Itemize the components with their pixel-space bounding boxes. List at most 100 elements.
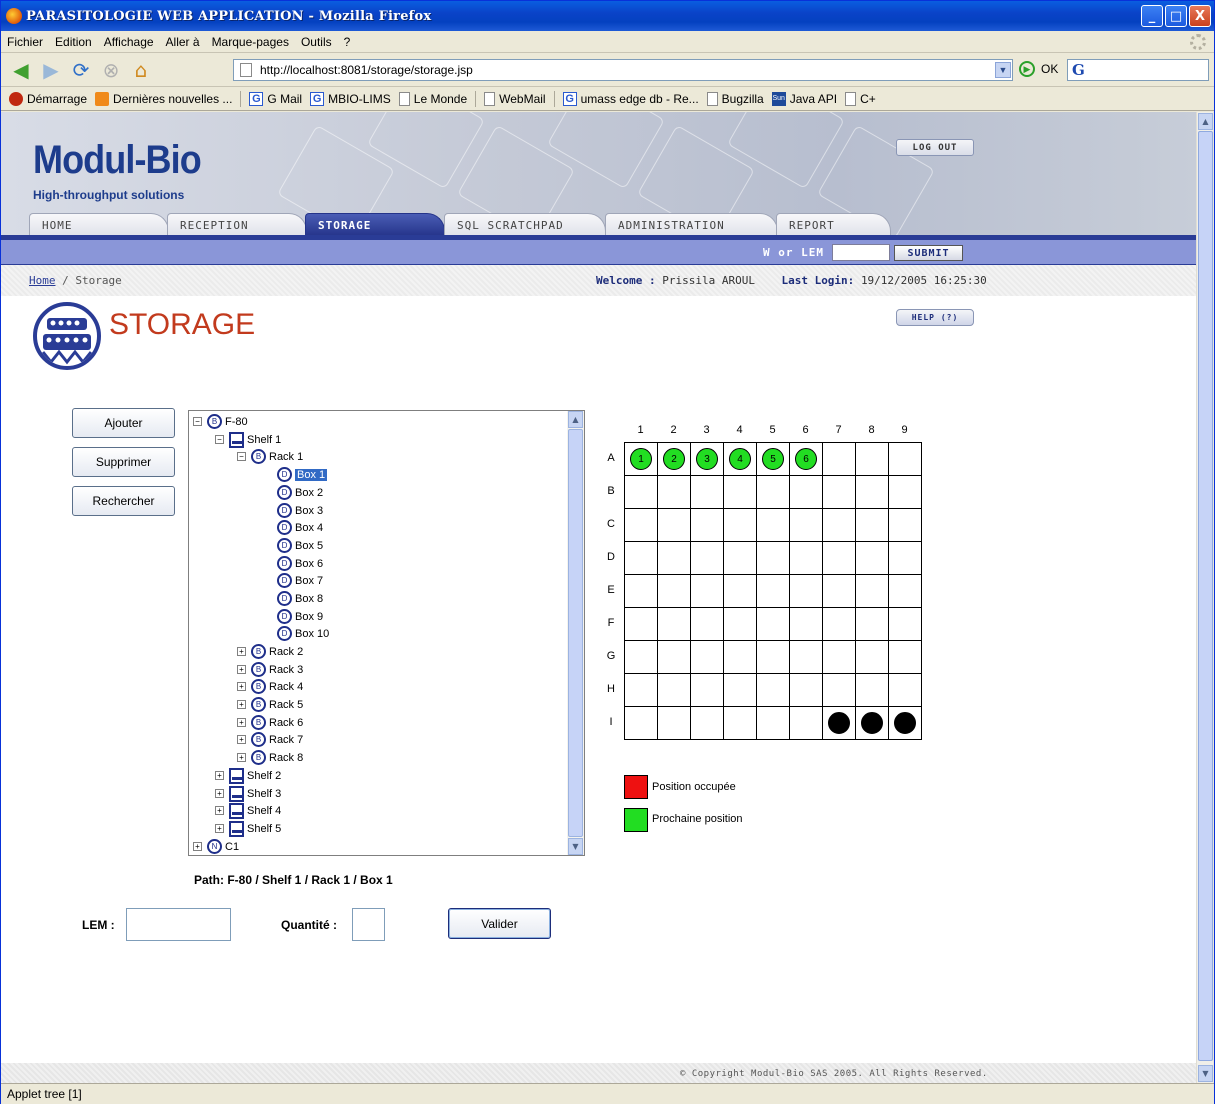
grid-cell[interactable] bbox=[889, 509, 922, 542]
expand-icon[interactable]: + bbox=[237, 718, 246, 727]
expand-icon[interactable]: + bbox=[237, 682, 246, 691]
url-dropdown-icon[interactable]: ▼ bbox=[995, 62, 1011, 78]
menu-bookmarks[interactable]: Marque-pages bbox=[212, 35, 289, 49]
tree-node-rack[interactable]: + B Rack 6 bbox=[237, 714, 303, 731]
tree-node-rack[interactable]: + B Rack 7 bbox=[237, 731, 303, 748]
grid-cell[interactable] bbox=[790, 707, 823, 740]
grid-cell[interactable] bbox=[691, 509, 724, 542]
tree-node-shelf[interactable]: + Shelf 2 bbox=[215, 767, 281, 784]
grid-cell[interactable] bbox=[889, 575, 922, 608]
tree-node-shelf[interactable]: + Shelf 4 bbox=[215, 802, 281, 819]
grid-cell[interactable] bbox=[658, 575, 691, 608]
grid-cell[interactable] bbox=[856, 476, 889, 509]
grid-cell[interactable] bbox=[856, 542, 889, 575]
tree-node-rack-1[interactable]: − B Rack 1 bbox=[237, 448, 303, 465]
tree-node-shelf[interactable]: + Shelf 5 bbox=[215, 820, 281, 837]
tree-node-rack[interactable]: + B Rack 5 bbox=[237, 696, 303, 713]
grid-cell[interactable] bbox=[757, 641, 790, 674]
grid-cell[interactable] bbox=[724, 608, 757, 641]
grid-cell[interactable] bbox=[823, 443, 856, 476]
grid-cell[interactable] bbox=[625, 509, 658, 542]
bookmark-demarrage[interactable]: Démarrage bbox=[9, 91, 87, 106]
bookmark-news[interactable]: Dernières nouvelles ... bbox=[95, 91, 232, 106]
grid-cell[interactable] bbox=[856, 608, 889, 641]
grid-cell[interactable] bbox=[823, 608, 856, 641]
grid-cell[interactable] bbox=[757, 476, 790, 509]
grid-cell[interactable] bbox=[790, 542, 823, 575]
bookmark-c-plus[interactable]: C+ bbox=[845, 91, 876, 106]
grid-cell[interactable] bbox=[658, 476, 691, 509]
tree-node-shelf[interactable]: + Shelf 3 bbox=[215, 785, 281, 802]
grid-cell[interactable] bbox=[658, 641, 691, 674]
tab-storage[interactable]: STORAGE bbox=[305, 213, 445, 236]
grid-cell[interactable]: 5 bbox=[757, 443, 790, 476]
tab-report[interactable]: REPORT bbox=[776, 213, 891, 236]
grid-cell[interactable] bbox=[856, 509, 889, 542]
grid-cell[interactable] bbox=[757, 575, 790, 608]
expand-icon[interactable]: + bbox=[237, 665, 246, 674]
lem-input[interactable] bbox=[126, 908, 231, 941]
grid-cell[interactable] bbox=[658, 707, 691, 740]
grid-cell[interactable] bbox=[658, 674, 691, 707]
bookmark-umass[interactable]: Gumass edge db - Re... bbox=[562, 91, 699, 106]
grid-cell[interactable] bbox=[790, 608, 823, 641]
tree-node-box[interactable]: D Box 7 bbox=[277, 572, 323, 589]
grid-cell[interactable] bbox=[658, 542, 691, 575]
tree-node-rack[interactable]: + B Rack 8 bbox=[237, 749, 303, 766]
grid-cell[interactable] bbox=[856, 641, 889, 674]
maximize-button[interactable]: □ bbox=[1165, 5, 1187, 27]
valider-button[interactable]: Valider bbox=[448, 908, 551, 939]
grid-cell[interactable] bbox=[823, 542, 856, 575]
grid-cell[interactable] bbox=[790, 674, 823, 707]
reload-icon[interactable]: ⟳ bbox=[67, 58, 95, 82]
supprimer-button[interactable]: Supprimer bbox=[72, 447, 175, 477]
grid-cell[interactable] bbox=[625, 542, 658, 575]
grid-cell[interactable] bbox=[691, 476, 724, 509]
grid-cell[interactable] bbox=[790, 575, 823, 608]
grid-cell[interactable]: 2 bbox=[658, 443, 691, 476]
tree-node-rack[interactable]: + B Rack 4 bbox=[237, 678, 303, 695]
grid-cell[interactable] bbox=[625, 608, 658, 641]
grid-cell[interactable] bbox=[625, 575, 658, 608]
menu-edit[interactable]: Edition bbox=[55, 35, 92, 49]
grid-cell[interactable] bbox=[790, 641, 823, 674]
tree-node-shelf-1[interactable]: − Shelf 1 bbox=[215, 431, 281, 448]
grid-cell[interactable] bbox=[691, 674, 724, 707]
breadcrumb-home-link[interactable]: Home bbox=[29, 274, 56, 287]
grid-cell[interactable] bbox=[757, 707, 790, 740]
stop-icon[interactable]: ⊗ bbox=[97, 58, 125, 82]
grid-cell[interactable] bbox=[823, 476, 856, 509]
close-button[interactable]: X bbox=[1189, 5, 1211, 27]
grid-cell[interactable] bbox=[889, 674, 922, 707]
grid-cell[interactable] bbox=[823, 575, 856, 608]
grid-cell[interactable] bbox=[691, 608, 724, 641]
grid-cell[interactable] bbox=[724, 542, 757, 575]
tab-home[interactable]: HOME bbox=[29, 213, 169, 236]
grid-cell[interactable] bbox=[658, 608, 691, 641]
help-button[interactable]: HELP (?) bbox=[896, 309, 974, 326]
tree-node-box[interactable]: D Box 1 bbox=[277, 466, 328, 483]
grid-cell[interactable] bbox=[856, 674, 889, 707]
expand-icon[interactable]: + bbox=[215, 789, 224, 798]
expand-icon[interactable]: + bbox=[237, 735, 246, 744]
grid-cell[interactable] bbox=[625, 641, 658, 674]
rechercher-button[interactable]: Rechercher bbox=[72, 486, 175, 516]
page-scrollbar[interactable]: ▲ ▼ bbox=[1196, 112, 1213, 1083]
tree-node-rack[interactable]: + B Rack 2 bbox=[237, 643, 303, 660]
grid-cell[interactable] bbox=[889, 641, 922, 674]
grid-cell[interactable] bbox=[856, 707, 889, 740]
menu-go[interactable]: Aller à bbox=[166, 35, 200, 49]
grid-cell[interactable] bbox=[889, 608, 922, 641]
grid-cell[interactable] bbox=[757, 542, 790, 575]
tree-node-rack[interactable]: + B Rack 3 bbox=[237, 661, 303, 678]
tree-node-c1[interactable]: + N C1 bbox=[193, 838, 239, 855]
go-button[interactable]: ▶ OK bbox=[1019, 61, 1058, 77]
search-box[interactable]: G bbox=[1067, 59, 1209, 81]
tree-node-box[interactable]: D Box 10 bbox=[277, 625, 329, 642]
collapse-icon[interactable]: − bbox=[237, 452, 246, 461]
grid-cell[interactable] bbox=[691, 641, 724, 674]
tree-node-box[interactable]: D Box 2 bbox=[277, 484, 323, 501]
tree-node-box[interactable]: D Box 9 bbox=[277, 608, 323, 625]
bookmark-mbio-lims[interactable]: G MBIO-LIMS bbox=[310, 91, 391, 106]
tree-node-box[interactable]: D Box 4 bbox=[277, 519, 323, 536]
